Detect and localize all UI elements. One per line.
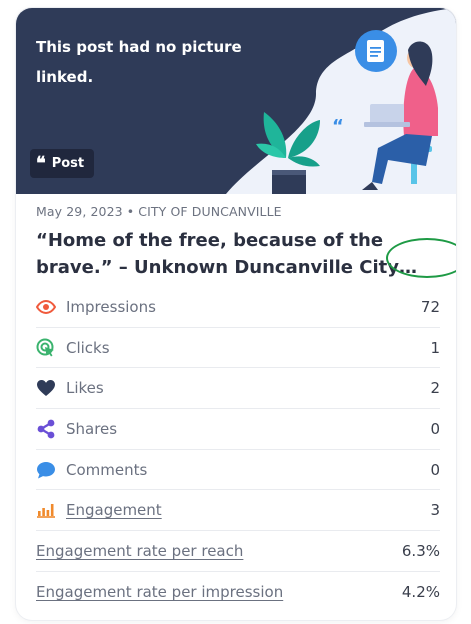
stat-label: Impressions [66,297,156,316]
stat-row-engagement-rate-impression: Engagement rate per impression 4.2% [36,572,440,613]
post-image-placeholder: “ This post had no picture linked. ❝ Pos… [16,8,456,194]
stat-label: Clicks [66,338,110,357]
stat-label: Likes [66,379,104,398]
stat-row-shares: Shares 0 [36,409,440,450]
stat-value: 1 [430,338,440,357]
stat-value: 3 [430,501,440,520]
stat-value: 0 [430,419,440,438]
stats-list: Impressions 72 Clicks 1 Likes 2 Shares 0… [36,287,440,613]
eye-icon [36,297,56,317]
post-type-badge: ❝ Post [30,149,95,178]
stat-value: 2 [430,379,440,398]
post-title[interactable]: “Home of the free, because of the brave.… [36,227,441,281]
stat-row-engagement: Engagement 3 [36,490,440,532]
engagement-rate-impression-link[interactable]: Engagement rate per impression [36,583,283,601]
share-icon [36,419,56,439]
engagement-rate-reach-link[interactable]: Engagement rate per reach [36,542,243,560]
engagement-link[interactable]: Engagement [66,501,162,519]
comment-icon [36,460,56,480]
svg-text:“: “ [332,116,344,137]
stat-row-impressions: Impressions 72 [36,287,440,328]
stat-row-likes: Likes 2 [36,368,440,410]
stat-row-clicks: Clicks 1 [36,328,440,369]
post-card[interactable]: “ This post had no picture linked. ❝ Pos… [16,8,456,620]
quote-icon: ❝ [36,152,46,174]
heart-icon [36,378,56,398]
post-type-label: Post [51,156,85,171]
post-meta: May 29, 2023 • CITY OF DUNCANVILLE [36,204,282,219]
stat-label: Comments [66,460,148,479]
stat-label: Shares [66,419,118,438]
bar-chart-icon [36,500,56,520]
stat-row-engagement-rate-reach: Engagement rate per reach 6.3% [36,531,440,572]
stat-value: 72 [420,297,440,316]
stat-value: 4.2% [401,583,440,602]
stat-value: 0 [430,460,440,479]
no-picture-message: This post had no picture linked. [36,38,242,86]
stat-row-comments: Comments 0 [36,450,440,491]
cursor-click-icon [36,338,56,358]
stat-value: 6.3% [401,541,440,560]
